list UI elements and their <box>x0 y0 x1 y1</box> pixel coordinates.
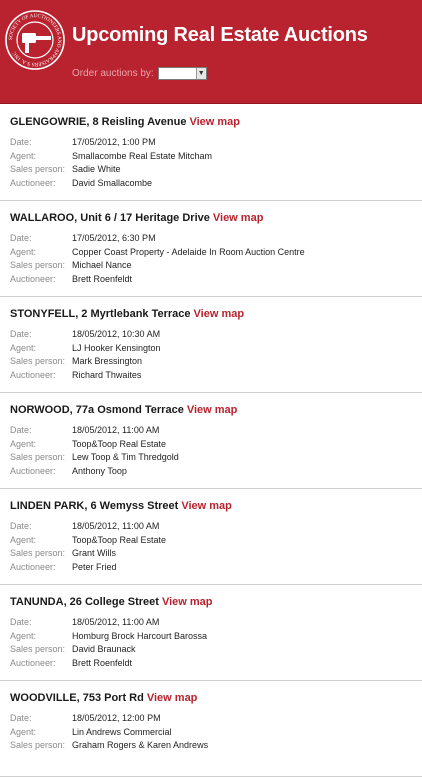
sales-person-label: Sales person: <box>10 644 66 654</box>
order-control: Order auctions by: ▼ <box>72 67 207 80</box>
auctioneer-label: Auctioneer: <box>10 657 56 668</box>
date-label: Date: <box>10 233 32 243</box>
view-map-link[interactable]: View map <box>213 212 264 224</box>
agent-label: Agent: <box>10 342 37 353</box>
auctioneer-value: Anthony Toop <box>72 465 127 476</box>
agent-label: Agent: <box>10 534 37 545</box>
date-label: Date: <box>10 425 32 435</box>
auctioneer-value: Brett Roenfeldt <box>72 273 133 284</box>
agent-label: Agent: <box>10 726 37 737</box>
auction-address: WOODVILLE, 753 Port Rd <box>10 692 144 704</box>
agent-value: Copper Coast Property - Adelaide In Room… <box>72 246 305 257</box>
date-value: 18/05/2012, 10:30 AM <box>72 329 161 339</box>
page-title: Upcoming Real Estate Auctions <box>72 24 368 46</box>
auction-address: STONYFELL, 2 Myrtlebank Terrace <box>10 308 191 320</box>
agent-value: LJ Hooker Kensington <box>72 342 161 353</box>
auctioneer-label: Auctioneer: <box>10 177 56 188</box>
sales-person-value: Mark Bressington <box>72 356 143 366</box>
agent-value: Toop&Toop Real Estate <box>72 534 167 545</box>
auctioneer-value: David Smallacombe <box>72 177 153 188</box>
auction-item[interactable]: TANUNDA, 26 College Street View map Date:… <box>0 585 422 681</box>
auction-item[interactable]: GLENGOWRIE, 8 Reisling Avenue View map Da… <box>0 105 422 201</box>
app-header: SOCIETY OF AUCTIONEERS AND APPRAISERS S.… <box>0 0 422 104</box>
auctioneer-value: Peter Fried <box>72 561 117 572</box>
sales-person-label: Sales person: <box>10 260 66 270</box>
date-value: 17/05/2012, 6:30 PM <box>72 233 156 243</box>
society-seal-logo: SOCIETY OF AUCTIONEERS AND APPRAISERS S.… <box>5 10 65 70</box>
date-label: Date: <box>10 521 32 531</box>
agent-label: Agent: <box>10 630 37 641</box>
agent-value: Homburg Brock Harcourt Barossa <box>72 630 208 641</box>
auction-list: GLENGOWRIE, 8 Reisling Avenue View map Da… <box>0 105 422 777</box>
date-value: 17/05/2012, 1:00 PM <box>72 137 156 147</box>
auction-address: WALLAROO, Unit 6 / 17 Heritage Drive <box>10 212 210 224</box>
auction-item[interactable]: LINDEN PARK, 6 Wemyss Street View map Dat… <box>0 489 422 585</box>
date-value: 18/05/2012, 11:00 AM <box>72 521 160 531</box>
auctioneer-label: Auctioneer: <box>10 273 56 284</box>
auction-item[interactable]: WOODVILLE, 753 Port Rd View map Date: 18/0… <box>0 681 422 777</box>
date-label: Date: <box>10 329 32 339</box>
auction-address: TANUNDA, 26 College Street <box>10 596 159 608</box>
sales-person-value: Graham Rogers & Karen Andrews <box>72 740 209 750</box>
view-map-link[interactable]: View map <box>187 404 238 416</box>
auctioneer-value: Richard Thwaites <box>72 369 142 380</box>
date-value: 18/05/2012, 11:00 AM <box>72 425 160 435</box>
date-label: Date: <box>10 137 32 147</box>
auction-item[interactable]: WALLAROO, Unit 6 / 17 Heritage Drive View… <box>0 201 422 297</box>
sales-person-label: Sales person: <box>10 740 66 750</box>
agent-label: Agent: <box>10 150 37 161</box>
auction-item[interactable]: STONYFELL, 2 Myrtlebank Terrace View map … <box>0 297 422 393</box>
sales-person-value: Grant Wills <box>72 548 117 558</box>
view-map-link[interactable]: View map <box>189 116 240 128</box>
view-map-link[interactable]: View map <box>181 500 232 512</box>
sales-person-value: Michael Nance <box>72 260 132 270</box>
agent-label: Agent: <box>10 246 37 257</box>
auction-address: NORWOOD, 77a Osmond Terrace <box>10 404 184 416</box>
agent-value: Smallacombe Real Estate Mitcham <box>72 150 213 161</box>
date-value: 18/05/2012, 12:00 PM <box>72 713 161 723</box>
agent-label: Agent: <box>10 438 37 449</box>
sales-person-label: Sales person: <box>10 164 66 174</box>
auction-address: LINDEN PARK, 6 Wemyss Street <box>10 500 179 512</box>
sales-person-value: David Braunack <box>72 644 136 654</box>
date-label: Date: <box>10 713 32 723</box>
date-value: 18/05/2012, 11:00 AM <box>72 617 160 627</box>
sales-person-value: Lew Toop & Tim Thredgold <box>72 452 179 462</box>
auction-item[interactable]: NORWOOD, 77a Osmond Terrace View map Date… <box>0 393 422 489</box>
view-map-link[interactable]: View map <box>162 596 213 608</box>
auctioneer-label: Auctioneer: <box>10 465 56 476</box>
sales-person-label: Sales person: <box>10 356 66 366</box>
chevron-down-icon: ▼ <box>195 68 206 79</box>
sales-person-label: Sales person: <box>10 548 66 558</box>
auctioneer-label: Auctioneer: <box>10 369 56 380</box>
order-select[interactable]: ▼ <box>157 67 207 80</box>
sales-person-label: Sales person: <box>10 452 66 462</box>
date-label: Date: <box>10 617 32 627</box>
agent-value: Toop&Toop Real Estate <box>72 438 167 449</box>
auctioneer-label: Auctioneer: <box>10 561 56 572</box>
auctioneer-value: Brett Roenfeldt <box>72 657 133 668</box>
auction-address: GLENGOWRIE, 8 Reisling Avenue <box>10 116 187 128</box>
order-label: Order auctions by: <box>72 68 154 79</box>
agent-value: Lin Andrews Commercial <box>72 726 172 737</box>
view-map-link[interactable]: View map <box>147 692 198 704</box>
sales-person-value: Sadie White <box>72 164 121 174</box>
view-map-link[interactable]: View map <box>194 308 245 320</box>
